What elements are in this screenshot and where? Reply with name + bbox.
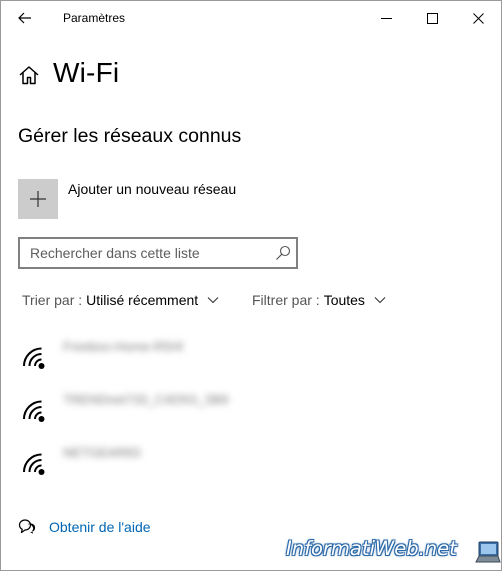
chevron-down-icon xyxy=(374,297,386,304)
get-help-label: Obtenir de l'aide xyxy=(49,518,151,535)
back-button[interactable] xyxy=(11,6,39,30)
network-item[interactable]: TRENDnet733_C4D5G_5B9 xyxy=(19,392,439,432)
network-name: Freebox-Home-R5Hl xyxy=(63,339,183,354)
network-name: NETGEAR83 xyxy=(63,445,141,460)
search-input[interactable] xyxy=(20,239,270,267)
back-arrow-icon xyxy=(18,12,31,24)
add-network-button[interactable]: Ajouter un nouveau réseau xyxy=(18,179,318,219)
chat-help-icon xyxy=(18,519,35,534)
sort-prefix: Trier par : xyxy=(22,292,83,308)
page-title: Wi-Fi xyxy=(53,57,120,88)
maximize-icon xyxy=(426,12,438,24)
get-help-link[interactable]: Obtenir de l'aide xyxy=(18,518,151,535)
title-bar: Paramètres xyxy=(1,1,501,35)
network-item[interactable]: NETGEAR83 xyxy=(19,445,439,485)
minimize-button[interactable] xyxy=(363,1,409,35)
wifi-icon xyxy=(23,347,45,369)
add-network-tile xyxy=(18,179,58,219)
filter-value: Toutes xyxy=(323,292,365,308)
filter-prefix: Filtrer par : xyxy=(252,292,320,308)
section-title: Gérer les réseaux connus xyxy=(18,125,242,147)
settings-window: Paramètres Wi-Fi Gérer les réseaux connu… xyxy=(0,0,502,571)
wifi-icon xyxy=(23,453,45,475)
watermark-text: InformatiWeb.net xyxy=(286,537,457,560)
sort-value: Utilisé récemment xyxy=(86,292,199,308)
network-name: TRENDnet733_C4D5G_5B9 xyxy=(63,392,229,407)
add-network-label: Ajouter un nouveau réseau xyxy=(68,181,237,197)
home-icon[interactable] xyxy=(18,64,40,86)
sort-dropdown[interactable]: Trier par : Utilisé récemment xyxy=(22,292,219,308)
network-item[interactable]: Freebox-Home-R5Hl xyxy=(19,339,439,379)
plus-icon xyxy=(30,191,46,207)
filter-dropdown[interactable]: Filtrer par : Toutes xyxy=(252,292,386,308)
search-icon[interactable] xyxy=(275,245,291,261)
search-box xyxy=(18,237,298,269)
wifi-icon xyxy=(23,400,45,422)
chevron-down-icon xyxy=(207,297,219,304)
maximize-button[interactable] xyxy=(409,1,455,35)
minimize-icon xyxy=(380,17,392,19)
close-icon xyxy=(472,12,484,24)
laptop-logo-icon xyxy=(475,541,501,563)
window-title: Paramètres xyxy=(63,11,126,25)
close-button[interactable] xyxy=(455,1,501,35)
